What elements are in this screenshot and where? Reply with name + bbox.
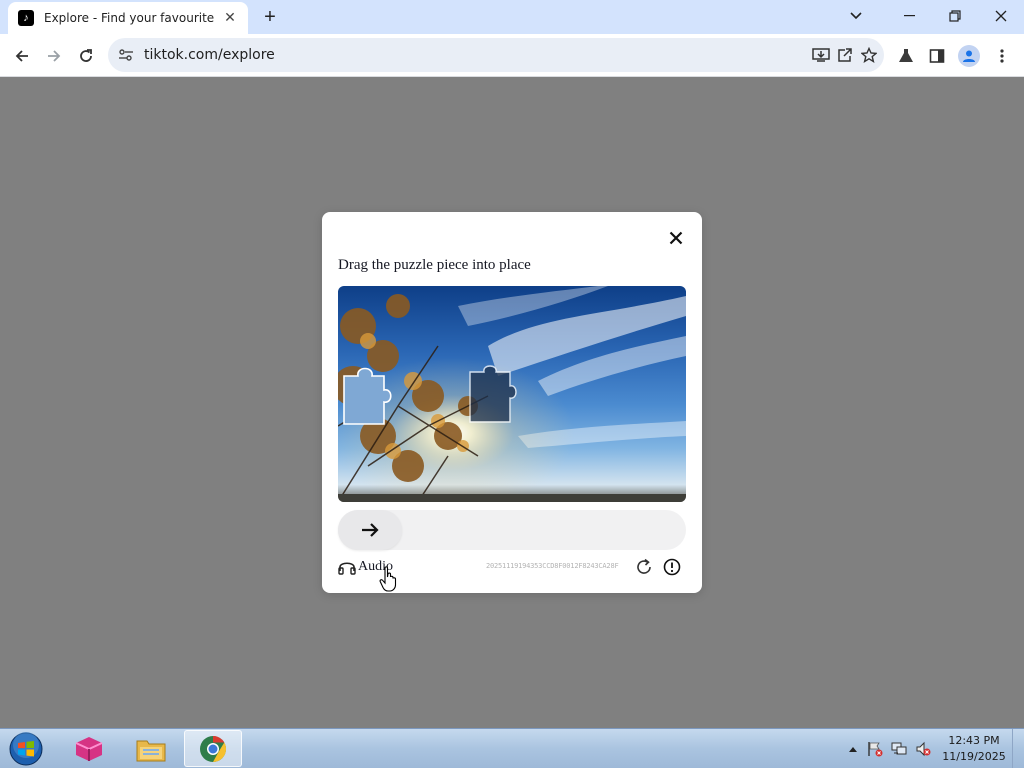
taskbar-chrome[interactable]	[184, 730, 242, 767]
tiktok-icon: ♪	[18, 10, 34, 26]
back-button[interactable]	[8, 42, 36, 70]
window-close-button[interactable]	[978, 0, 1024, 32]
tab-search-button[interactable]	[833, 0, 879, 32]
captcha-instruction: Drag the puzzle piece into place	[338, 257, 531, 273]
url-text: tiktok.com/explore	[144, 47, 275, 63]
bookmark-button[interactable]	[858, 44, 880, 66]
profile-button[interactable]	[955, 42, 983, 70]
minimize-icon	[903, 15, 915, 17]
side-panel-button[interactable]	[923, 42, 951, 70]
address-bar[interactable]: tiktok.com/explore	[108, 38, 884, 72]
file-explorer-icon	[136, 740, 166, 761]
taskbar: 12:43 PM 11/19/2025	[0, 728, 1024, 768]
show-hidden-icons-button[interactable]	[844, 740, 862, 758]
minimize-button[interactable]	[886, 0, 932, 32]
sky-tree-photo	[338, 286, 686, 502]
share-icon	[838, 48, 852, 62]
labs-button[interactable]	[892, 42, 920, 70]
avatar	[958, 45, 980, 67]
tab-close-icon[interactable]: ✕	[222, 9, 238, 25]
taskbar-app-1[interactable]	[60, 730, 118, 767]
volume-tray[interactable]	[914, 740, 932, 758]
info-icon	[663, 558, 681, 576]
taskbar-clock[interactable]: 12:43 PM 11/19/2025	[940, 733, 1008, 765]
network-icon	[891, 742, 907, 755]
arrow-right-icon	[48, 50, 61, 62]
refresh-button[interactable]	[634, 557, 654, 577]
chevron-up-icon	[849, 747, 857, 752]
network-tray[interactable]	[890, 740, 908, 758]
chrome-icon	[200, 735, 227, 762]
flask-icon	[899, 49, 913, 62]
chevron-down-icon	[850, 12, 862, 20]
chrome-menu-button[interactable]	[988, 42, 1016, 70]
captcha-id: 20251119194353CCD8F0012F8243CA28F	[486, 562, 619, 570]
refresh-icon	[637, 558, 651, 574]
arrow-right-icon	[362, 523, 379, 537]
forward-button[interactable]	[40, 42, 68, 70]
restore-icon	[949, 10, 961, 22]
puzzle-image	[338, 286, 686, 502]
flag-alert-icon	[868, 742, 883, 757]
windows-start-orb-icon	[9, 732, 43, 766]
new-tab-button[interactable]: +	[258, 6, 282, 28]
side-panel-icon	[929, 49, 945, 63]
clock-time: 12:43 PM	[948, 734, 1000, 747]
start-button[interactable]	[6, 731, 46, 767]
reload-button[interactable]	[72, 42, 100, 70]
tab-title: Explore - Find your favourite vid	[44, 11, 214, 25]
browser-tab[interactable]: ♪ Explore - Find your favourite vid ✕	[8, 2, 248, 34]
app-icon	[75, 736, 103, 761]
show-desktop-button[interactable]	[1012, 729, 1024, 768]
puzzle-piece[interactable]	[343, 367, 392, 425]
taskbar-file-explorer[interactable]	[122, 730, 180, 767]
person-icon	[963, 50, 975, 62]
close-icon	[669, 231, 683, 245]
volume-muted-icon	[916, 741, 931, 757]
close-icon	[995, 10, 1007, 22]
captcha-close-button[interactable]	[666, 228, 686, 248]
share-button[interactable]	[834, 44, 856, 66]
captcha-dialog: Drag the puzzle piece into place Audio 2…	[322, 212, 702, 593]
site-settings-icon[interactable]	[118, 48, 134, 62]
tab-strip: ♪ Explore - Find your favourite vid ✕ +	[0, 0, 1024, 34]
clock-date: 11/19/2025	[942, 750, 1006, 763]
hand-cursor-icon	[379, 566, 397, 592]
install-app-button[interactable]	[810, 44, 832, 66]
restore-button[interactable]	[932, 0, 978, 32]
reload-icon	[80, 49, 92, 62]
slider-handle[interactable]	[338, 510, 402, 550]
slider-track	[338, 510, 686, 550]
report-button[interactable]	[662, 557, 682, 577]
headphones-icon	[338, 562, 356, 575]
browser-toolbar: tiktok.com/explore	[0, 34, 1024, 77]
star-icon	[861, 47, 877, 63]
install-icon	[812, 48, 830, 62]
more-vert-icon	[1000, 49, 1004, 63]
action-center-tray[interactable]	[866, 740, 884, 758]
arrow-left-icon	[15, 50, 28, 62]
